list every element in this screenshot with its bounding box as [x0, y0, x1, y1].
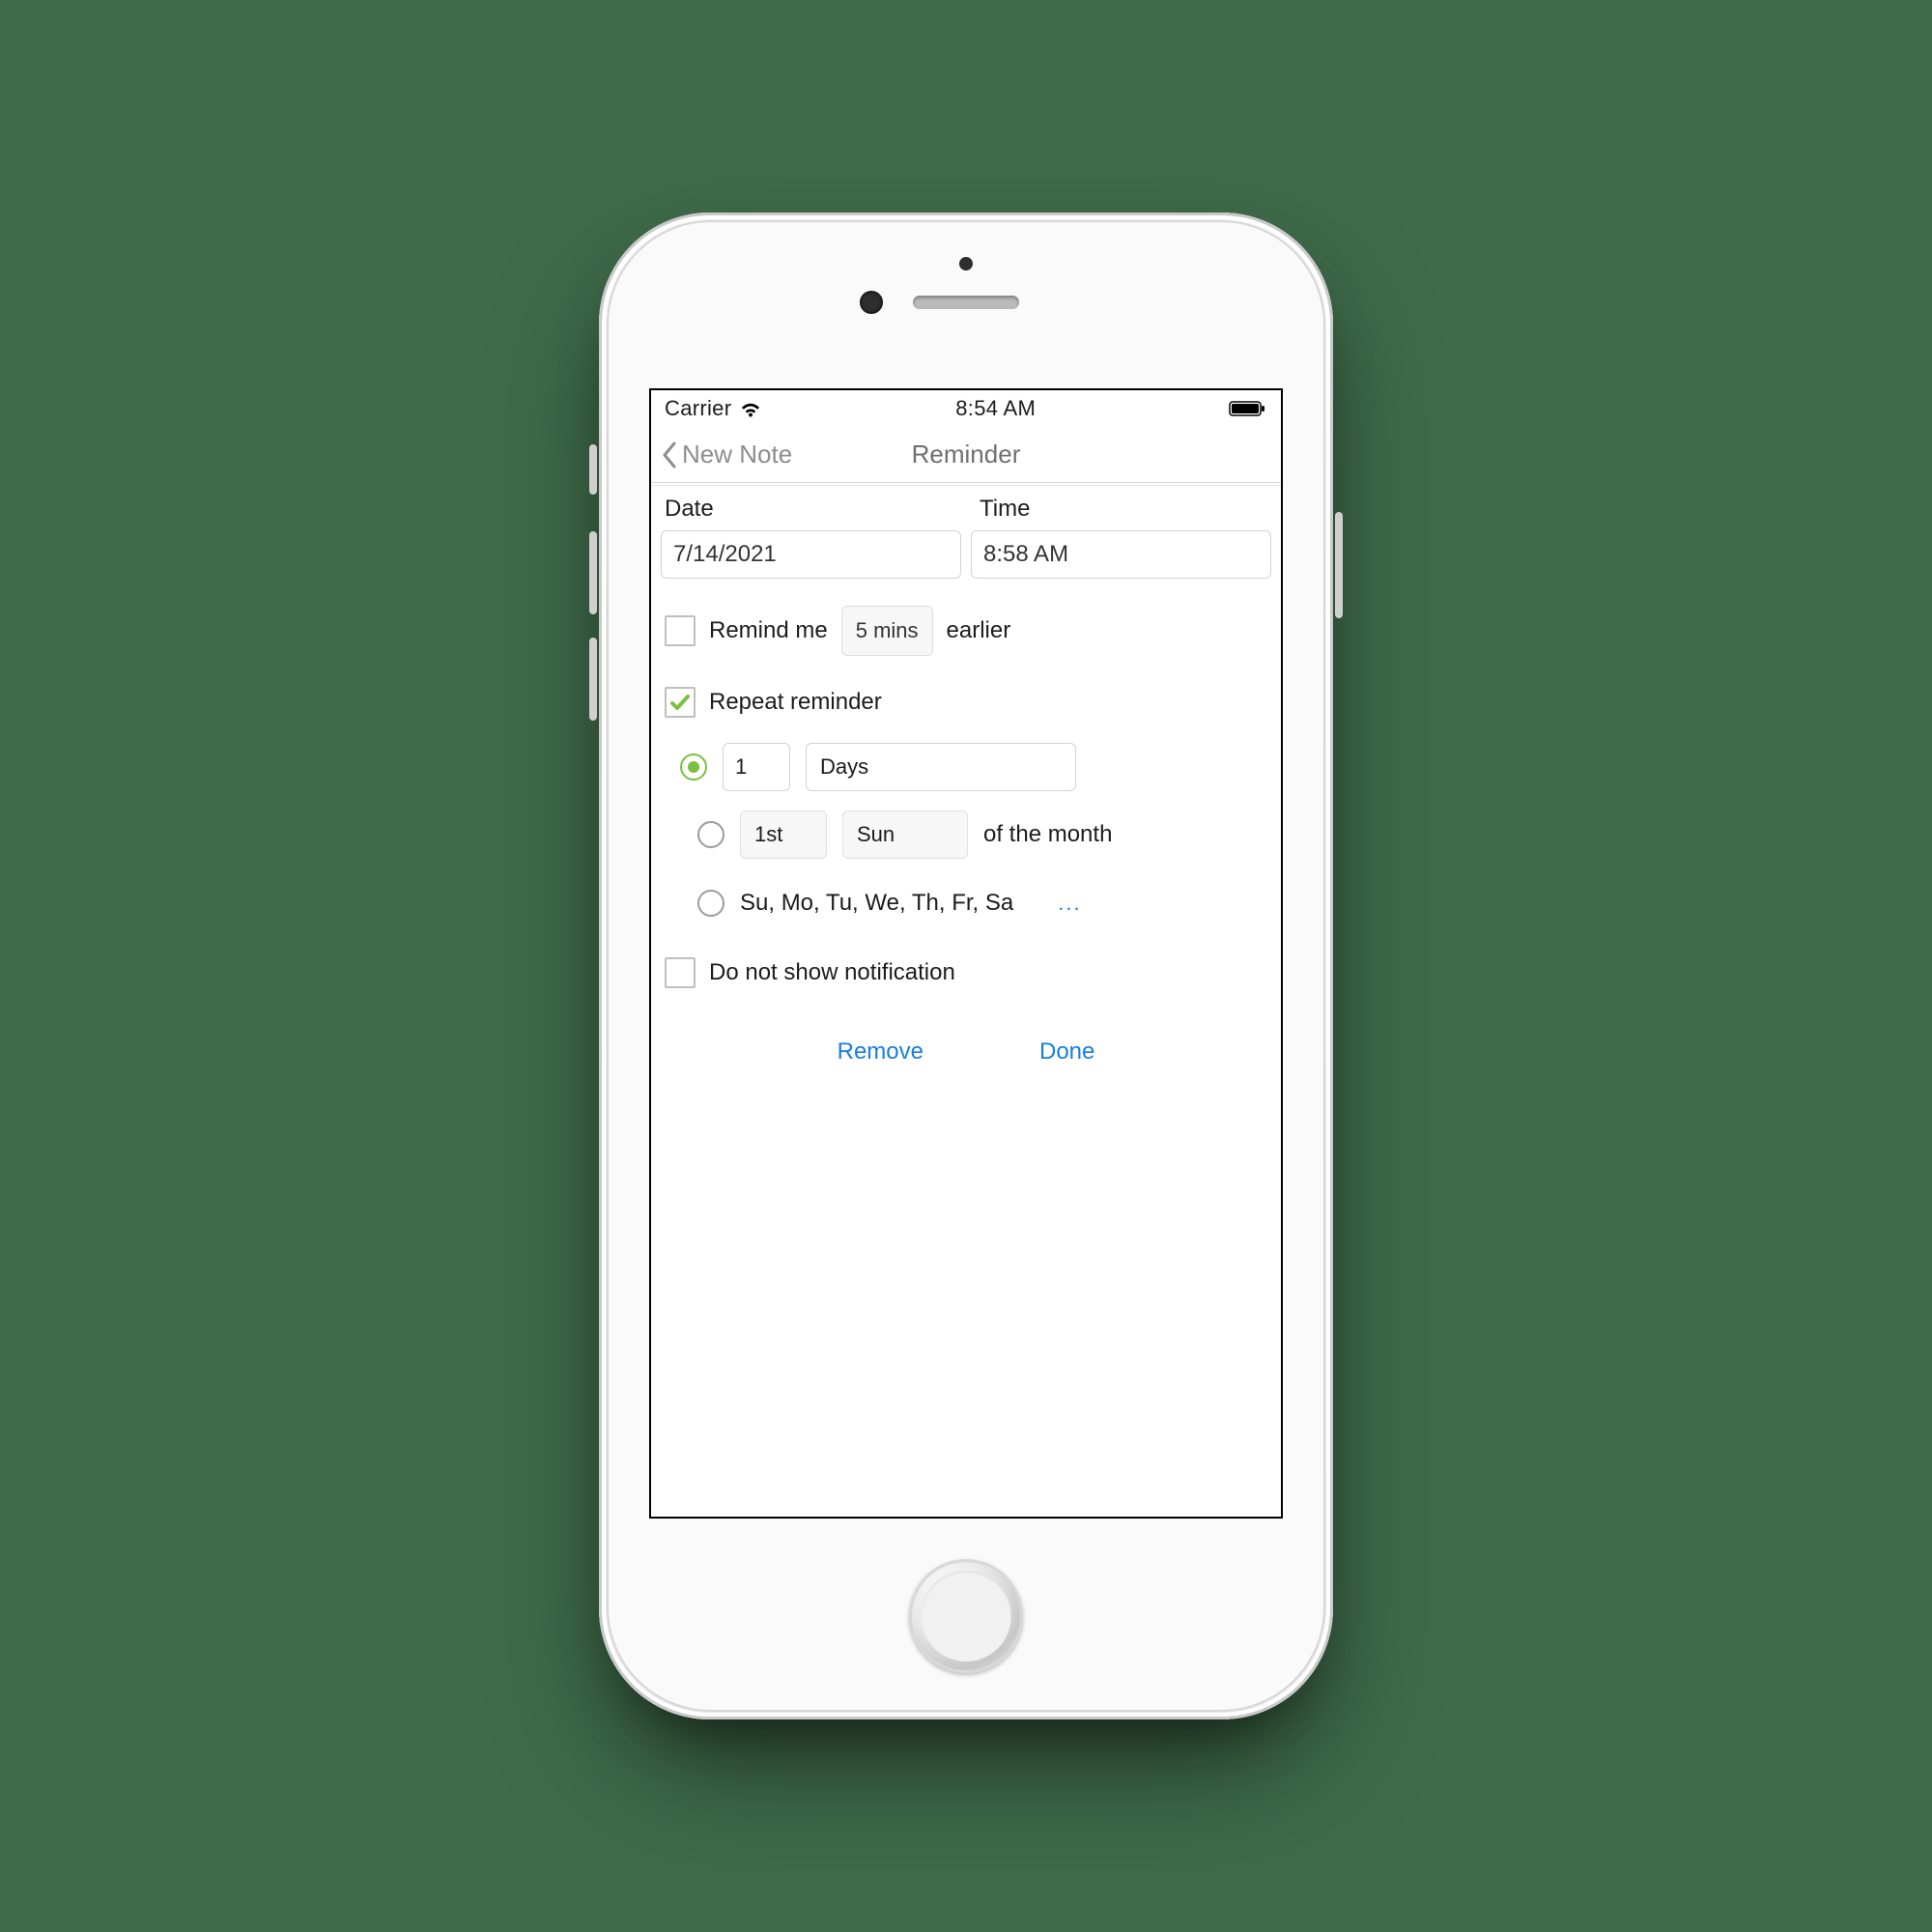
remind-earlier-prefix: Remind me [709, 617, 828, 644]
remind-earlier-suffix: earlier [947, 617, 1011, 644]
repeat-monthly-ordinal[interactable]: 1st [740, 810, 827, 859]
done-button[interactable]: Done [1039, 1038, 1094, 1065]
volume-up-button [589, 531, 597, 614]
status-time: 8:54 AM [762, 396, 1229, 421]
battery-icon [1229, 400, 1267, 417]
time-input[interactable]: 8:58 AM [971, 530, 1271, 579]
repeat-weekdays-radio[interactable] [697, 890, 724, 917]
time-label: Time [966, 486, 1281, 525]
remove-button[interactable]: Remove [838, 1038, 923, 1065]
front-camera-icon [959, 257, 973, 270]
carrier-label: Carrier [665, 396, 731, 421]
remind-earlier-interval[interactable]: 5 mins [841, 606, 933, 656]
no-notification-label: Do not show notification [709, 959, 955, 986]
wifi-icon [739, 400, 762, 417]
repeat-monthly-radio[interactable] [697, 821, 724, 848]
back-label: New Note [682, 440, 792, 469]
repeat-interval-count[interactable]: 1 [723, 743, 790, 791]
repeat-weekdays-list: Su, Mo, Tu, We, Th, Fr, Sa [740, 890, 1013, 917]
repeat-checkbox[interactable] [665, 687, 696, 718]
proximity-sensor [860, 291, 883, 314]
date-label: Date [651, 486, 966, 525]
earpiece [913, 296, 1019, 309]
no-notification-checkbox[interactable] [665, 957, 696, 988]
repeat-monthly-weekday[interactable]: Sun [842, 810, 968, 859]
repeat-interval-radio[interactable] [680, 753, 707, 781]
volume-down-button [589, 638, 597, 721]
date-input[interactable]: 7/14/2021 [661, 530, 961, 579]
nav-bar: New Note Reminder [651, 427, 1281, 483]
status-bar: Carrier 8:54 AM [651, 390, 1281, 427]
repeat-label: Repeat reminder [709, 689, 882, 716]
mute-switch [589, 444, 597, 495]
chevron-left-icon [661, 440, 678, 469]
phone-frame: Carrier 8:54 AM New [599, 213, 1333, 1719]
repeat-monthly-suffix: of the month [983, 821, 1112, 848]
repeat-interval-unit[interactable]: Days [806, 743, 1076, 791]
repeat-weekdays-edit[interactable]: ... [1058, 891, 1081, 916]
remind-earlier-checkbox[interactable] [665, 615, 696, 646]
back-button[interactable]: New Note [651, 440, 792, 469]
home-button[interactable] [909, 1559, 1023, 1673]
screen: Carrier 8:54 AM New [649, 388, 1283, 1519]
power-button [1335, 512, 1343, 618]
